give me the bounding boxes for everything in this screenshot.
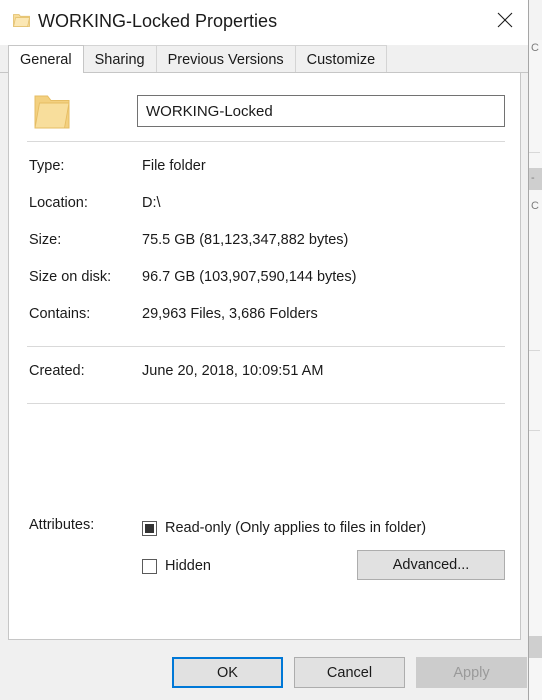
tab-previous-versions[interactable]: Previous Versions — [155, 45, 296, 73]
background-divider — [529, 430, 540, 431]
cancel-button[interactable]: Cancel — [294, 657, 405, 688]
separator-middle — [27, 346, 505, 347]
hidden-checkbox-label: Hidden — [165, 558, 211, 574]
property-row-size: Size: 75.5 GB (81,123,347,882 bytes) — [9, 232, 520, 254]
close-icon[interactable] — [482, 0, 528, 40]
property-label-type: Type: — [29, 158, 65, 174]
title-bar: WORKING-Locked Properties — [0, 0, 528, 45]
tab-list: General Sharing Previous Versions Custom… — [8, 45, 388, 73]
property-label-location: Location: — [29, 195, 88, 211]
property-value-size-on-disk: 96.7 GB (103,907,590,144 bytes) — [142, 269, 357, 285]
readonly-checkbox-label: Read-only (Only applies to files in fold… — [165, 520, 427, 536]
background-text-fragment: - — [528, 172, 535, 184]
property-label-contains: Contains: — [29, 306, 91, 322]
attributes-label: Attributes: — [29, 517, 95, 533]
general-tab-panel: Type: File folder Location: D:\ Size: 75… — [8, 72, 521, 640]
tab-previous-versions-label: Previous Versions — [167, 51, 284, 68]
apply-button[interactable]: Apply — [416, 657, 527, 688]
background-divider — [529, 152, 540, 153]
folder-icon — [29, 90, 75, 134]
tab-general-label: General — [20, 51, 72, 68]
property-value-location: D:\ — [142, 195, 161, 211]
readonly-checkbox-row[interactable]: Read-only (Only applies to files in fold… — [142, 517, 426, 539]
dialog-footer: OK Cancel Apply — [0, 640, 528, 700]
hidden-checkbox-row[interactable]: Hidden — [142, 555, 211, 577]
tab-sharing[interactable]: Sharing — [82, 45, 157, 73]
background-text-fragment: C — [528, 42, 539, 54]
tab-sharing-label: Sharing — [94, 51, 145, 68]
property-row-size-on-disk: Size on disk: 96.7 GB (103,907,590,144 b… — [9, 269, 520, 291]
ok-button[interactable]: OK — [172, 657, 283, 688]
property-row-created: Created: June 20, 2018, 10:09:51 AM — [9, 363, 520, 385]
tab-customize[interactable]: Customize — [294, 45, 388, 73]
property-row-type: Type: File folder — [9, 158, 520, 180]
property-row-contains: Contains: 29,963 Files, 3,686 Folders — [9, 306, 520, 328]
background-list-strip — [528, 40, 542, 700]
hidden-checkbox[interactable] — [142, 558, 157, 574]
property-row-location: Location: D:\ — [9, 195, 520, 217]
readonly-checkbox[interactable] — [142, 520, 157, 536]
folder-name-row — [9, 83, 520, 143]
property-label-size: Size: — [29, 232, 62, 248]
separator-top — [27, 141, 505, 142]
separator-bottom — [27, 403, 505, 404]
advanced-button[interactable]: Advanced... — [357, 550, 505, 580]
window-title: WORKING-Locked Properties — [38, 11, 278, 31]
property-label-size-on-disk: Size on disk: — [29, 269, 112, 285]
folder-properties-dialog: WORKING-Locked Properties General Sharin… — [0, 0, 529, 700]
property-value-type: File folder — [142, 158, 206, 174]
tab-strip: General Sharing Previous Versions Custom… — [0, 45, 528, 73]
property-value-contains: 29,963 Files, 3,686 Folders — [142, 306, 318, 322]
background-text-fragment: C — [528, 200, 539, 212]
tab-customize-label: Customize — [306, 51, 376, 68]
property-label-created: Created: — [29, 363, 85, 379]
folder-name-input[interactable] — [137, 95, 505, 127]
folder-icon — [13, 13, 30, 28]
background-divider — [529, 350, 540, 351]
property-value-size: 75.5 GB (81,123,347,882 bytes) — [142, 232, 349, 248]
background-footer-block — [528, 636, 542, 658]
tab-general[interactable]: General — [8, 45, 84, 73]
property-value-created: June 20, 2018, 10:09:51 AM — [142, 363, 324, 379]
